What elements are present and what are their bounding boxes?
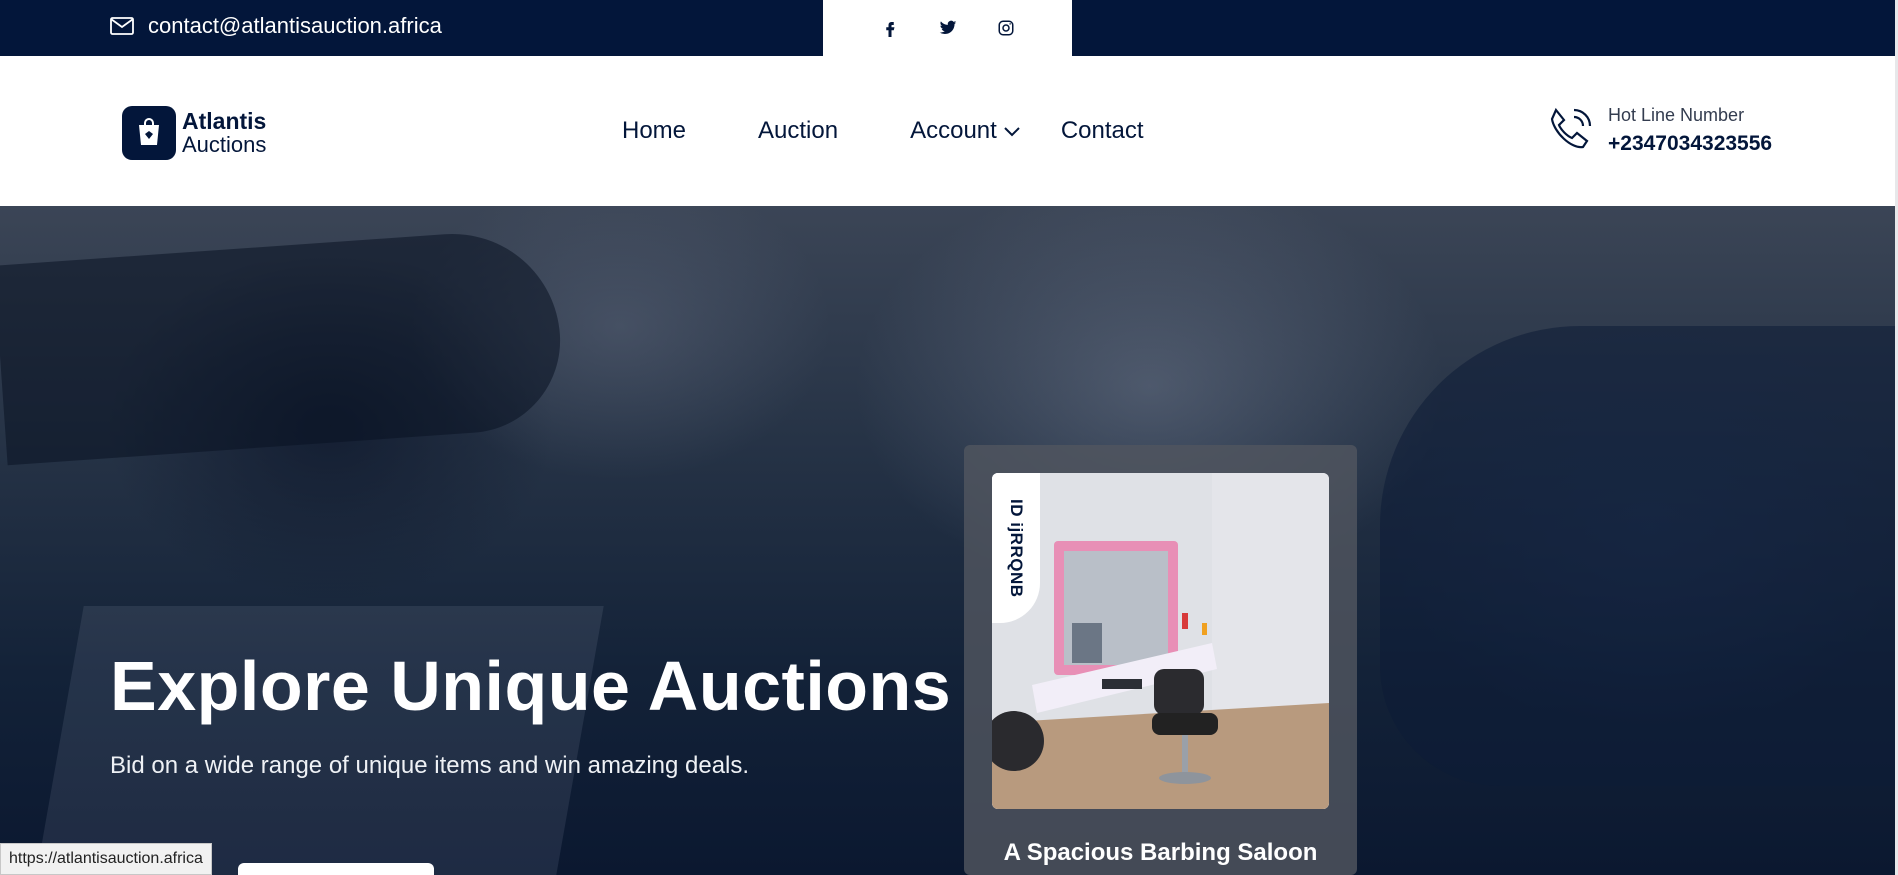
shopping-bag-logo-icon	[122, 106, 176, 160]
site-header: Atlantis Auctions Home Auction Account C…	[0, 56, 1895, 206]
social-links	[823, 0, 1072, 56]
auction-item-image[interactable]: ID ijRRQNB	[992, 473, 1329, 809]
item-id-label: ID ijRRQNB	[1007, 498, 1026, 598]
nav-contact[interactable]: Contact	[1061, 117, 1144, 145]
top-bar: contact@atlantisauction.africa	[0, 0, 1898, 56]
hero-section: Explore Unique Auctions Bid on a wide ra…	[0, 206, 1898, 875]
item-id-tag: ID ijRRQNB	[992, 473, 1040, 623]
auction-card-title[interactable]: A Spacious Barbing Saloon	[964, 839, 1357, 867]
instagram-icon[interactable]	[997, 19, 1015, 37]
contact-email: contact@atlantisauction.africa	[148, 13, 442, 38]
logo-text-line2: Auctions	[182, 132, 267, 157]
auction-card[interactable]: ID ijRRQNB A Spacious Barbing Saloon	[964, 445, 1357, 875]
hero-background-shape	[0, 226, 567, 466]
nav-account-label: Account	[910, 117, 997, 144]
chevron-down-icon	[1004, 127, 1020, 137]
hotline-number: +2347034323556	[1608, 131, 1773, 155]
hero-cta-button[interactable]	[238, 863, 434, 875]
browser-status-url: https://atlantisauction.africa	[0, 843, 212, 875]
hotline[interactable]: Hot Line Number +2347034323556	[1544, 104, 1772, 156]
facebook-icon[interactable]	[881, 19, 899, 37]
envelope-icon	[110, 17, 134, 35]
contact-email-link[interactable]: contact@atlantisauction.africa	[110, 0, 442, 52]
nav-home[interactable]: Home	[622, 117, 686, 145]
hero-subtitle: Bid on a wide range of unique items and …	[110, 752, 750, 779]
nav-auction[interactable]: Auction	[758, 117, 838, 145]
hotline-label: Hot Line Number	[1608, 104, 1745, 125]
site-logo[interactable]: Atlantis Auctions	[122, 106, 266, 160]
phone-icon	[1550, 107, 1592, 149]
nav-account[interactable]: Account	[910, 117, 1021, 145]
hero-background-shape	[1380, 326, 1898, 786]
main-nav: Home Auction Account Contact	[622, 56, 1216, 206]
twitter-icon[interactable]	[939, 19, 957, 37]
hero-title: Explore Unique Auctions	[110, 647, 952, 725]
logo-text-line1: Atlantis	[182, 108, 267, 134]
saloon-photo	[992, 473, 1329, 809]
